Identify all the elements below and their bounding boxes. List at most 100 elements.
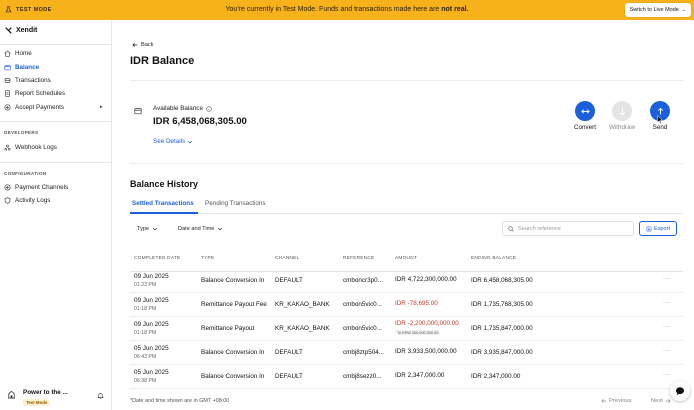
cell-time: 01:18 PM [134, 330, 157, 336]
row-more-icon[interactable]: ··· [663, 276, 671, 282]
available-balance-amount: IDR 6,458,068,305.00 [153, 116, 247, 127]
sidebar-item-transactions[interactable]: Transactions [4, 75, 108, 86]
next-label: Next [651, 398, 663, 404]
sidebar-item-payment-channels[interactable]: Payment Channels [4, 182, 108, 193]
table-row[interactable]: 09 Jun 2025 01:18 PM Remittance Payout F… [130, 293, 683, 317]
sidebar-divider [0, 121, 112, 122]
cell-amount: IDR -78,695.00 [395, 300, 438, 307]
cell-ending-balance: IDR 2,347,000.00 [471, 373, 521, 380]
building-icon [7, 390, 16, 399]
switch-to-live-button[interactable]: Switch to Live Mode → [625, 3, 691, 17]
cell-reference[interactable]: cmbon5vic0... [343, 325, 382, 332]
row-more-icon[interactable]: ··· [663, 324, 671, 330]
available-balance-text: Available Balance [153, 105, 203, 112]
cell-reference[interactable]: cmbj8ztp504... [343, 349, 384, 356]
sidebar: Xendit Home Balance Transactions Report … [0, 20, 112, 410]
withdraw-button[interactable]: Withdraw [607, 101, 637, 131]
xendit-logo-icon [5, 27, 12, 34]
sidebar-item-home[interactable]: Home [4, 48, 108, 59]
row-more-icon[interactable]: ··· [663, 372, 671, 378]
plus-circle-icon [4, 104, 11, 111]
cell-time: 06:43 PM [134, 354, 157, 360]
info-icon[interactable] [206, 105, 212, 112]
previous-label: Previous [609, 398, 632, 404]
cell-ending-balance: IDR 3,935,847,000.00 [471, 349, 533, 356]
cell-type: Remittance Payout Fee [201, 301, 267, 308]
convert-icon [580, 108, 590, 114]
export-label: Export [653, 225, 671, 232]
cell-amount: IDR 2,347,000.00 [395, 372, 445, 379]
sidebar-item-label: Transactions [15, 77, 51, 84]
export-button[interactable]: Export [639, 221, 677, 236]
column-header-ending-balance: ENDING BALANCE [471, 256, 517, 261]
sidebar-item-activity-logs[interactable]: Activity Logs [4, 195, 108, 206]
see-details-link[interactable]: See Details [153, 138, 193, 145]
cell-date: 05 Jun 2025 [134, 369, 169, 376]
wallet-icon [4, 65, 11, 71]
see-details-label: See Details [153, 138, 186, 145]
table-row[interactable]: 09 Jun 2025 01:23 PM Balance Conversion … [130, 269, 683, 293]
chat-support-button[interactable] [670, 381, 690, 401]
brand-logo[interactable]: Xendit [5, 27, 37, 34]
tab-settled-transactions[interactable]: Settled Transactions [132, 200, 194, 207]
table-row[interactable]: 05 Jun 2025 06:43 PM Balance Conversion … [130, 341, 683, 365]
cell-amount: IDR -2,200,000,000.00 [395, 320, 459, 327]
cell-ending-balance: IDR 1,735,768,305.00 [471, 301, 533, 308]
convert-button[interactable]: Convert [570, 101, 600, 131]
table-row[interactable]: 09 Jun 2025 01:18 PM Remittance Payout K… [130, 317, 683, 341]
active-tab-indicator [130, 212, 198, 214]
type-filter[interactable]: Type [133, 223, 162, 235]
table-row[interactable]: 05 Jun 2025 06:38 PM Balance Conversion … [130, 365, 683, 389]
convert-circle[interactable] [575, 101, 595, 121]
row-more-icon[interactable]: ··· [663, 348, 671, 354]
cell-type: Balance Conversion In [201, 373, 265, 380]
bell-icon[interactable] [97, 392, 104, 399]
search-placeholder: Search reference [518, 225, 561, 232]
previous-page-button[interactable]: Previous [601, 398, 632, 404]
cell-type: Remittance Payout [201, 325, 255, 332]
cell-date: 09 Jun 2025 [134, 273, 169, 280]
cell-reference[interactable]: cmbj8sezz0... [343, 373, 382, 380]
cell-channel: KR_KAKAO_BANK [275, 301, 330, 308]
webhook-icon [4, 144, 11, 151]
withdraw-label: Withdraw [608, 124, 636, 131]
cell-date: 09 Jun 2025 [134, 297, 169, 304]
cell-date: 05 Jun 2025 [134, 345, 169, 352]
sidebar-item-label: Webhook Logs [15, 144, 57, 151]
chevron-right-icon: ▸ [100, 104, 103, 110]
cell-amount-conversion-note: To KRW 200,000,000.00 [395, 330, 441, 335]
column-header-reference: REFERENCE [343, 256, 375, 261]
sidebar-divider [0, 44, 112, 45]
cell-reference[interactable]: cmboncr3p0... [343, 277, 383, 284]
withdraw-circle[interactable] [612, 101, 632, 121]
sidebar-item-webhook-logs[interactable]: Webhook Logs [4, 142, 108, 153]
sidebar-item-balance[interactable]: Balance [4, 62, 108, 73]
shield-icon [4, 197, 11, 204]
chevron-down-icon [153, 227, 158, 231]
folder-icon [134, 108, 142, 115]
sidebar-item-label: Accept Payments [15, 104, 64, 111]
tab-pending-transactions[interactable]: Pending Transactions [205, 200, 266, 207]
sidebar-item-accept-payments[interactable]: Accept Payments ▸ [4, 102, 108, 113]
section-label-configuration: CONFIGURATION [4, 171, 47, 176]
row-more-icon[interactable]: ··· [663, 300, 671, 306]
column-header-completed-date: COMPLETED DATE [134, 256, 181, 261]
search-reference-input[interactable]: Search reference [502, 221, 634, 236]
chevron-down-icon [188, 140, 193, 143]
switch-to-live-label: Switch to Live Mode [629, 7, 679, 13]
arrow-right-icon: → [680, 7, 687, 13]
cell-amount: IDR 4,722,300,000.00 [395, 276, 457, 283]
tab-divider [130, 213, 683, 214]
sidebar-item-report-schedules[interactable]: Report Schedules [4, 88, 108, 99]
organization-switcher[interactable]: Power to the ... Test Mode [0, 386, 112, 410]
next-page-button[interactable]: Next [651, 398, 671, 404]
sidebar-item-label: Home [15, 50, 32, 57]
back-link[interactable]: Back [132, 42, 153, 48]
sidebar-item-label: Payment Channels [15, 184, 69, 191]
cell-reference[interactable]: cmbon5vic0... [343, 301, 382, 308]
date-time-filter[interactable]: Date and Time [174, 223, 227, 235]
test-mode-banner: TEST MODE You're currently in Test Mode.… [0, 0, 694, 20]
back-label: Back [141, 42, 154, 48]
cell-time: 01:18 PM [134, 306, 157, 312]
sidebar-item-label: Report Schedules [15, 90, 66, 97]
